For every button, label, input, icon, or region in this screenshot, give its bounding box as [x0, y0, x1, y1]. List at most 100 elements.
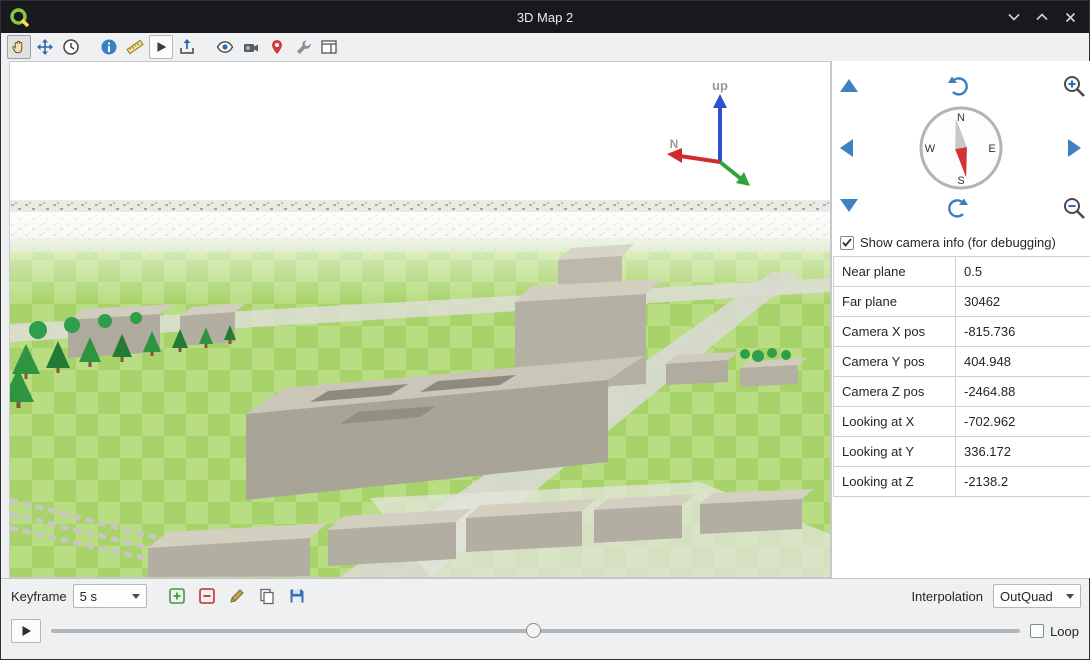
row-value: -815.736 — [956, 317, 1090, 347]
identify-button[interactable] — [97, 35, 121, 59]
edit-keyframe-button[interactable] — [225, 584, 249, 608]
camera-control-button[interactable] — [7, 35, 31, 59]
move-right-icon[interactable] — [1068, 139, 1081, 157]
table-row: Camera Z pos-2464.88 — [834, 377, 1090, 407]
axis-up-label: up — [712, 78, 728, 93]
map-toolbar — [1, 33, 1089, 61]
main-area: up N — [1, 61, 1089, 578]
play-icon — [153, 39, 169, 55]
zoom-full-button[interactable] — [33, 35, 57, 59]
row-label: Looking at X — [834, 407, 956, 437]
measure-line-button[interactable] — [123, 35, 147, 59]
table-row: Camera X pos-815.736 — [834, 317, 1090, 347]
tilt-up-icon[interactable] — [840, 79, 858, 92]
dock-panel-button[interactable] — [317, 35, 341, 59]
timeline-slider[interactable] — [51, 621, 1020, 641]
keyframe-row: Keyframe 5 s — [1, 579, 1089, 613]
chevron-up-icon — [1036, 13, 1048, 21]
checkmark-icon — [842, 238, 852, 247]
loop-checkbox[interactable] — [1030, 624, 1044, 638]
table-row: Looking at Z-2138.2 — [834, 467, 1090, 497]
compass[interactable]: N E S W — [918, 105, 1004, 191]
copy-icon — [258, 587, 276, 605]
row-value: -2138.2 — [956, 467, 1090, 497]
row-value: -702.962 — [956, 407, 1090, 437]
plus-icon — [168, 587, 186, 605]
configure-button[interactable] — [291, 35, 315, 59]
clock-icon — [62, 38, 80, 56]
export-up-arrow-icon — [178, 38, 196, 56]
slider-handle[interactable] — [526, 623, 541, 638]
animation-bar: Keyframe 5 s — [1, 578, 1089, 659]
keyframe-time-value: 5 s — [80, 589, 97, 604]
visibility-button[interactable] — [213, 35, 237, 59]
rotate-ccw-icon[interactable] — [946, 75, 970, 99]
compass-s-label: S — [957, 175, 964, 187]
row-label: Near plane — [834, 257, 956, 287]
loop-label: Loop — [1050, 624, 1079, 639]
row-label: Camera Y pos — [834, 347, 956, 377]
eye-icon — [216, 38, 234, 56]
floppy-save-icon — [288, 587, 306, 605]
tilt-down-icon[interactable] — [840, 199, 858, 212]
loop-row: Loop — [1030, 624, 1081, 639]
interpolation-dropdown[interactable]: OutQuad — [993, 584, 1081, 608]
remove-keyframe-button[interactable] — [195, 584, 219, 608]
close-window-button[interactable] — [1061, 8, 1079, 26]
row-label: Looking at Z — [834, 467, 956, 497]
keyframe-label: Keyframe — [11, 589, 67, 604]
show-camera-info-label: Show camera info (for debugging) — [860, 235, 1056, 250]
play-button[interactable] — [11, 619, 41, 643]
show-camera-info-checkbox[interactable] — [840, 236, 854, 250]
keyframe-time-dropdown[interactable]: 5 s — [73, 584, 147, 608]
chevron-down-icon — [1008, 13, 1020, 21]
row-value: 0.5 — [956, 257, 1090, 287]
add-keyframe-button[interactable] — [165, 584, 189, 608]
zoom-in-icon[interactable] — [1061, 73, 1087, 99]
axis-gizmo: up N — [658, 76, 768, 191]
qgis-logo-icon — [9, 7, 29, 27]
camera-panel: N E S W Show camera info (for debugging) — [831, 61, 1090, 578]
interpolation-value: OutQuad — [1000, 589, 1053, 604]
axis-north-label: N — [670, 137, 679, 151]
row-value: -2464.88 — [956, 377, 1090, 407]
pencil-icon — [228, 587, 246, 605]
row-value: 30462 — [956, 287, 1090, 317]
navigation-widget: N E S W — [832, 61, 1090, 231]
table-row: Near plane0.5 — [834, 257, 1090, 287]
minus-icon — [198, 587, 216, 605]
table-row: Looking at Y336.172 — [834, 437, 1090, 467]
chevron-down-icon — [1066, 594, 1074, 599]
map-viewport-3d[interactable]: up N — [9, 61, 831, 578]
camera-view-button[interactable] — [239, 35, 263, 59]
move-left-icon[interactable] — [840, 139, 853, 157]
animation-clock-button[interactable] — [59, 35, 83, 59]
window-title: 3D Map 2 — [1, 10, 1089, 25]
transport-row: Loop — [1, 613, 1089, 645]
table-row: Camera Y pos404.948 — [834, 347, 1090, 377]
interpolation-label: Interpolation — [911, 589, 983, 604]
duplicate-keyframe-button[interactable] — [255, 584, 279, 608]
maximize-window-button[interactable] — [1033, 8, 1051, 26]
save-animation-button[interactable] — [285, 584, 309, 608]
row-label: Camera Z pos — [834, 377, 956, 407]
shade-window-button[interactable] — [1005, 8, 1023, 26]
compass-e-label: E — [988, 143, 995, 155]
four-way-arrows-icon — [36, 38, 54, 56]
export-scene-button[interactable] — [175, 35, 199, 59]
play-icon — [20, 625, 32, 637]
compass-n-label: N — [957, 112, 965, 124]
play-animations-button[interactable] — [149, 35, 173, 59]
show-camera-info-row: Show camera info (for debugging) — [832, 231, 1090, 254]
point-marker-button[interactable] — [265, 35, 289, 59]
pan-hand-icon — [10, 38, 28, 56]
zoom-out-icon[interactable] — [1061, 195, 1087, 221]
wrench-icon — [294, 38, 312, 56]
rotate-cw-icon[interactable] — [946, 197, 970, 221]
title-bar: 3D Map 2 — [1, 1, 1089, 33]
row-label: Far plane — [834, 287, 956, 317]
table-row: Far plane30462 — [834, 287, 1090, 317]
camera-icon — [242, 38, 260, 56]
qgis-3d-map-window: 3D Map 2 — [0, 0, 1090, 660]
marker-icon — [268, 38, 286, 56]
